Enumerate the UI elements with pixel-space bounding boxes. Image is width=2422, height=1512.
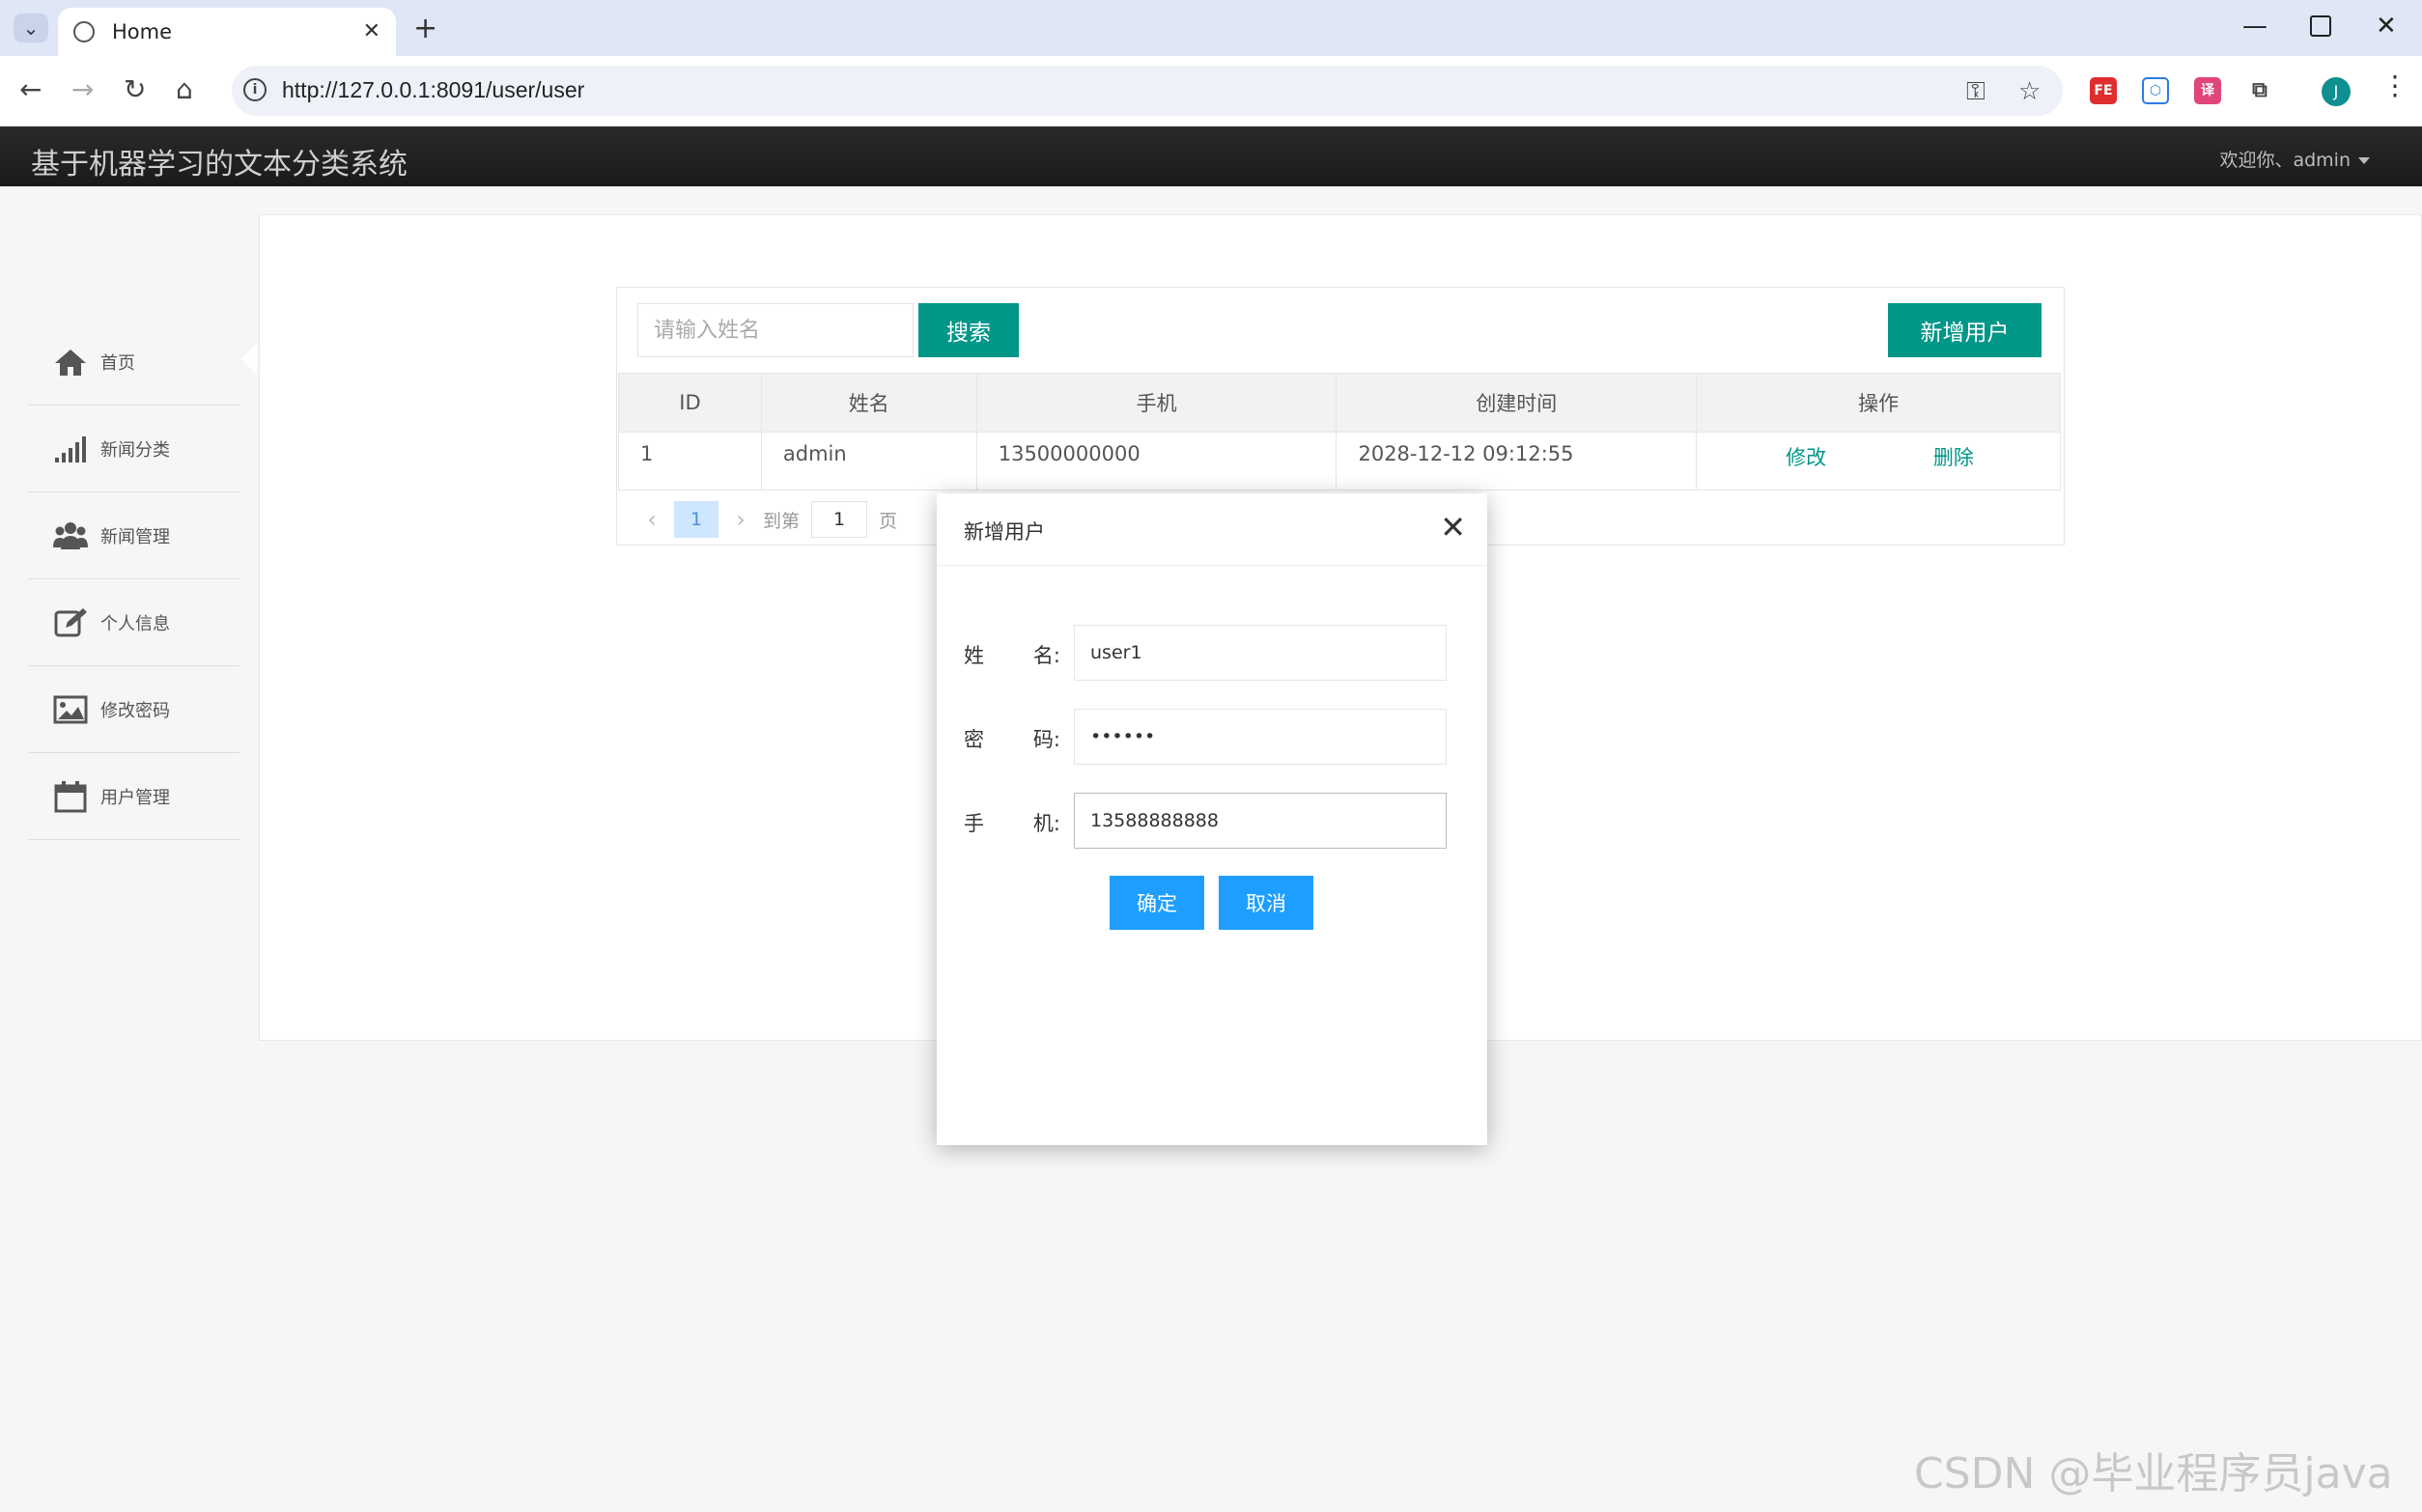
form-row-password: 密码: bbox=[964, 709, 1447, 765]
phone-field[interactable] bbox=[1074, 793, 1447, 849]
cell-created: 2028-12-12 09:12:55 bbox=[1336, 432, 1698, 490]
reload-icon[interactable]: ↻ bbox=[124, 73, 146, 105]
app-header: 基于机器学习的文本分类系统 欢迎你、admin bbox=[0, 126, 2422, 186]
password-label: 密码: bbox=[964, 728, 1060, 751]
cell-name: admin bbox=[760, 432, 977, 490]
globe-icon bbox=[73, 21, 95, 42]
sidebar-item-label: 用户管理 bbox=[100, 787, 170, 808]
password-field[interactable] bbox=[1074, 709, 1447, 765]
site-info-icon[interactable]: i bbox=[243, 78, 267, 101]
sidebar-item-label: 新闻管理 bbox=[100, 526, 170, 547]
image-icon bbox=[52, 693, 89, 726]
sidebar-item-home[interactable]: 首页 bbox=[29, 319, 239, 406]
sidebar-item-news-category[interactable]: 新闻分类 bbox=[29, 406, 239, 492]
delete-link[interactable]: 删除 bbox=[1933, 442, 1974, 471]
column-header-id: ID bbox=[618, 373, 762, 433]
users-icon bbox=[52, 519, 89, 552]
confirm-button[interactable]: 确定 bbox=[1110, 876, 1204, 930]
bookmark-star-icon[interactable]: ☆ bbox=[2018, 77, 2041, 106]
add-user-button[interactable]: 新增用户 bbox=[1888, 303, 2042, 357]
edit-icon bbox=[52, 606, 89, 639]
sidebar-active-pointer bbox=[241, 344, 257, 375]
table-header-row: ID 姓名 手机 创建时间 操作 bbox=[618, 373, 2061, 433]
pagination: ‹ 1 › 到第 1 页 bbox=[637, 500, 897, 539]
column-header-name: 姓名 bbox=[760, 373, 977, 433]
sidebar-item-label: 修改密码 bbox=[100, 700, 170, 721]
search-button[interactable]: 搜索 bbox=[918, 303, 1019, 357]
current-page[interactable]: 1 bbox=[674, 501, 718, 538]
edit-link[interactable]: 修改 bbox=[1786, 442, 1826, 471]
sidebar-item-change-password[interactable]: 修改密码 bbox=[29, 666, 239, 753]
password-key-icon[interactable]: ⚿ bbox=[1966, 77, 1985, 107]
chevron-down-icon: ⌄ bbox=[22, 16, 40, 40]
sidebar-item-label: 新闻分类 bbox=[100, 439, 170, 461]
cell-actions: 修改 删除 bbox=[1696, 432, 2061, 490]
maximize-icon[interactable] bbox=[2310, 15, 2331, 37]
sidebar-item-news-manage[interactable]: 新闻管理 bbox=[29, 492, 239, 579]
minimize-icon[interactable]: — bbox=[2242, 12, 2267, 41]
new-tab-icon[interactable]: + bbox=[413, 12, 437, 45]
name-label: 姓名: bbox=[964, 644, 1060, 667]
column-header-phone: 手机 bbox=[975, 373, 1338, 433]
welcome-text: 欢迎你、admin bbox=[2219, 150, 2351, 171]
extensions-puzzle-icon[interactable]: ⧉ bbox=[2246, 77, 2273, 104]
window-close-icon[interactable]: ✕ bbox=[2376, 12, 2397, 41]
form-row-name: 姓名: bbox=[964, 625, 1447, 681]
sidebar-item-user-manage[interactable]: 用户管理 bbox=[29, 753, 239, 840]
url-text: http://127.0.0.1:8091/user/user bbox=[282, 77, 585, 102]
dialog-title: 新增用户 bbox=[964, 520, 1045, 544]
extension-hex-icon[interactable]: ⬡ bbox=[2142, 77, 2169, 104]
sidebar: 首页 新闻分类 新闻管理 个人信息 修改密码 用户管理 bbox=[29, 319, 239, 840]
tab-title: Home bbox=[112, 20, 173, 43]
calendar-icon bbox=[52, 780, 89, 813]
table-row: 1 admin 13500000000 2028-12-12 09:12:55 … bbox=[618, 432, 2061, 490]
extension-translate-icon[interactable]: 译 bbox=[2194, 77, 2221, 104]
next-page-icon[interactable]: › bbox=[726, 506, 755, 533]
signal-bars-icon bbox=[52, 433, 89, 465]
add-user-dialog: 新增用户 ✕ 姓名: 密码: 手机: 确定 取消 bbox=[937, 493, 1487, 1145]
phone-label: 手机: bbox=[964, 812, 1060, 835]
close-icon[interactable]: ✕ bbox=[1440, 509, 1466, 546]
dialog-header: 新增用户 ✕ bbox=[937, 493, 1487, 566]
browser-tab[interactable]: Home ✕ bbox=[58, 8, 396, 56]
caret-down-icon bbox=[2358, 157, 2370, 164]
browser-toolbar: ← → ↻ ⌂ i http://127.0.0.1:8091/user/use… bbox=[0, 56, 2422, 126]
profile-avatar[interactable]: J bbox=[2322, 77, 2351, 106]
column-header-created: 创建时间 bbox=[1336, 373, 1698, 433]
page-unit-label: 页 bbox=[879, 510, 898, 532]
browser-tab-bar: ⌄ Home ✕ + — ✕ bbox=[0, 0, 2422, 56]
home-icon[interactable]: ⌂ bbox=[176, 73, 193, 105]
sidebar-item-label: 个人信息 bbox=[100, 613, 170, 634]
home-icon bbox=[52, 346, 89, 378]
browser-menu-icon[interactable]: ⋮ bbox=[2381, 70, 2408, 101]
tab-close-icon[interactable]: ✕ bbox=[363, 19, 380, 43]
form-row-phone: 手机: bbox=[964, 793, 1447, 849]
sidebar-item-profile[interactable]: 个人信息 bbox=[29, 579, 239, 666]
tab-search-button[interactable]: ⌄ bbox=[14, 14, 48, 42]
cell-phone: 13500000000 bbox=[975, 432, 1338, 490]
address-bar[interactable]: i http://127.0.0.1:8091/user/user ⚿ ☆ bbox=[232, 66, 2063, 116]
watermark: CSDN @毕业程序员java bbox=[1914, 1449, 2393, 1498]
name-field[interactable] bbox=[1074, 625, 1447, 681]
forward-arrow-icon[interactable]: → bbox=[71, 73, 94, 105]
sidebar-item-label: 首页 bbox=[100, 352, 135, 374]
column-header-actions: 操作 bbox=[1696, 373, 2061, 433]
cell-id: 1 bbox=[618, 432, 762, 490]
extension-fe-icon[interactable]: FE bbox=[2090, 77, 2117, 104]
app-title: 基于机器学习的文本分类系统 bbox=[31, 148, 408, 182]
back-arrow-icon[interactable]: ← bbox=[19, 73, 42, 105]
goto-page-input[interactable]: 1 bbox=[811, 501, 868, 538]
search-input[interactable] bbox=[637, 303, 914, 357]
user-menu[interactable]: 欢迎你、admin bbox=[2219, 146, 2370, 172]
user-table: ID 姓名 手机 创建时间 操作 1 admin 13500000000 202… bbox=[618, 373, 2061, 490]
goto-label: 到第 bbox=[763, 510, 801, 532]
cancel-button[interactable]: 取消 bbox=[1219, 876, 1313, 930]
prev-page-icon[interactable]: ‹ bbox=[637, 506, 666, 533]
